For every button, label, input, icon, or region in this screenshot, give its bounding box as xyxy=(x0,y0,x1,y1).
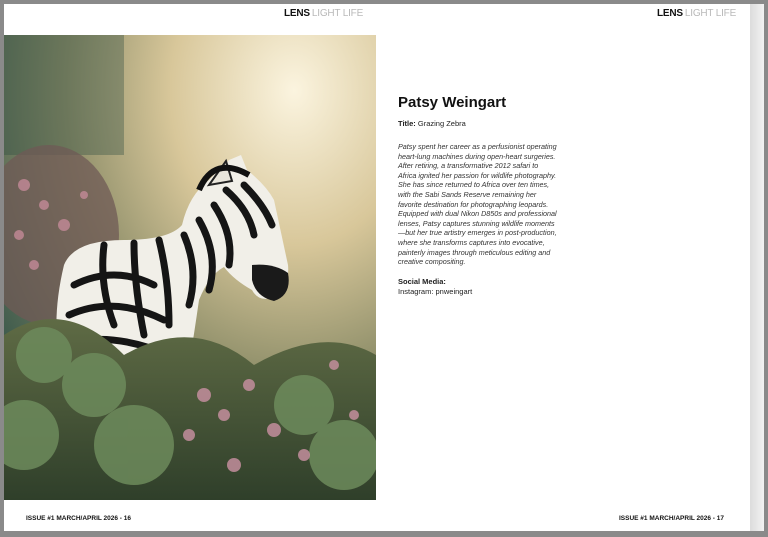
masthead-brand: LENS xyxy=(284,8,310,19)
footer-right: ISSUE #1 MARCH/APRIL 2026 - 17 xyxy=(619,515,724,522)
photographer-name: Patsy Weingart xyxy=(398,94,507,111)
title-label: Title: xyxy=(398,119,416,128)
masthead-tagline: LIGHT LIFE xyxy=(311,8,364,19)
masthead-left: LENS LIGHT LIFE xyxy=(284,8,363,19)
social-media-handle: Instagram: pnweingart xyxy=(398,286,473,296)
footer-left: ISSUE #1 MARCH/APRIL 2026 - 16 xyxy=(26,515,131,522)
masthead-brand: LENS xyxy=(657,8,683,19)
masthead-tagline: LIGHT LIFE xyxy=(684,8,737,19)
page-edge xyxy=(750,4,764,531)
masthead-right: LENS LIGHT LIFE xyxy=(657,8,736,19)
social-media-label: Social Media: xyxy=(398,276,446,286)
bio-paragraph: Patsy spent her career as a perfusionist… xyxy=(398,142,557,267)
photo-title: Title: Grazing Zebra xyxy=(398,119,558,128)
article-text: Patsy Weingart Title: Grazing Zebra Pats… xyxy=(398,94,558,296)
zebra-photograph xyxy=(4,35,376,500)
title-value: Grazing Zebra xyxy=(417,119,466,128)
